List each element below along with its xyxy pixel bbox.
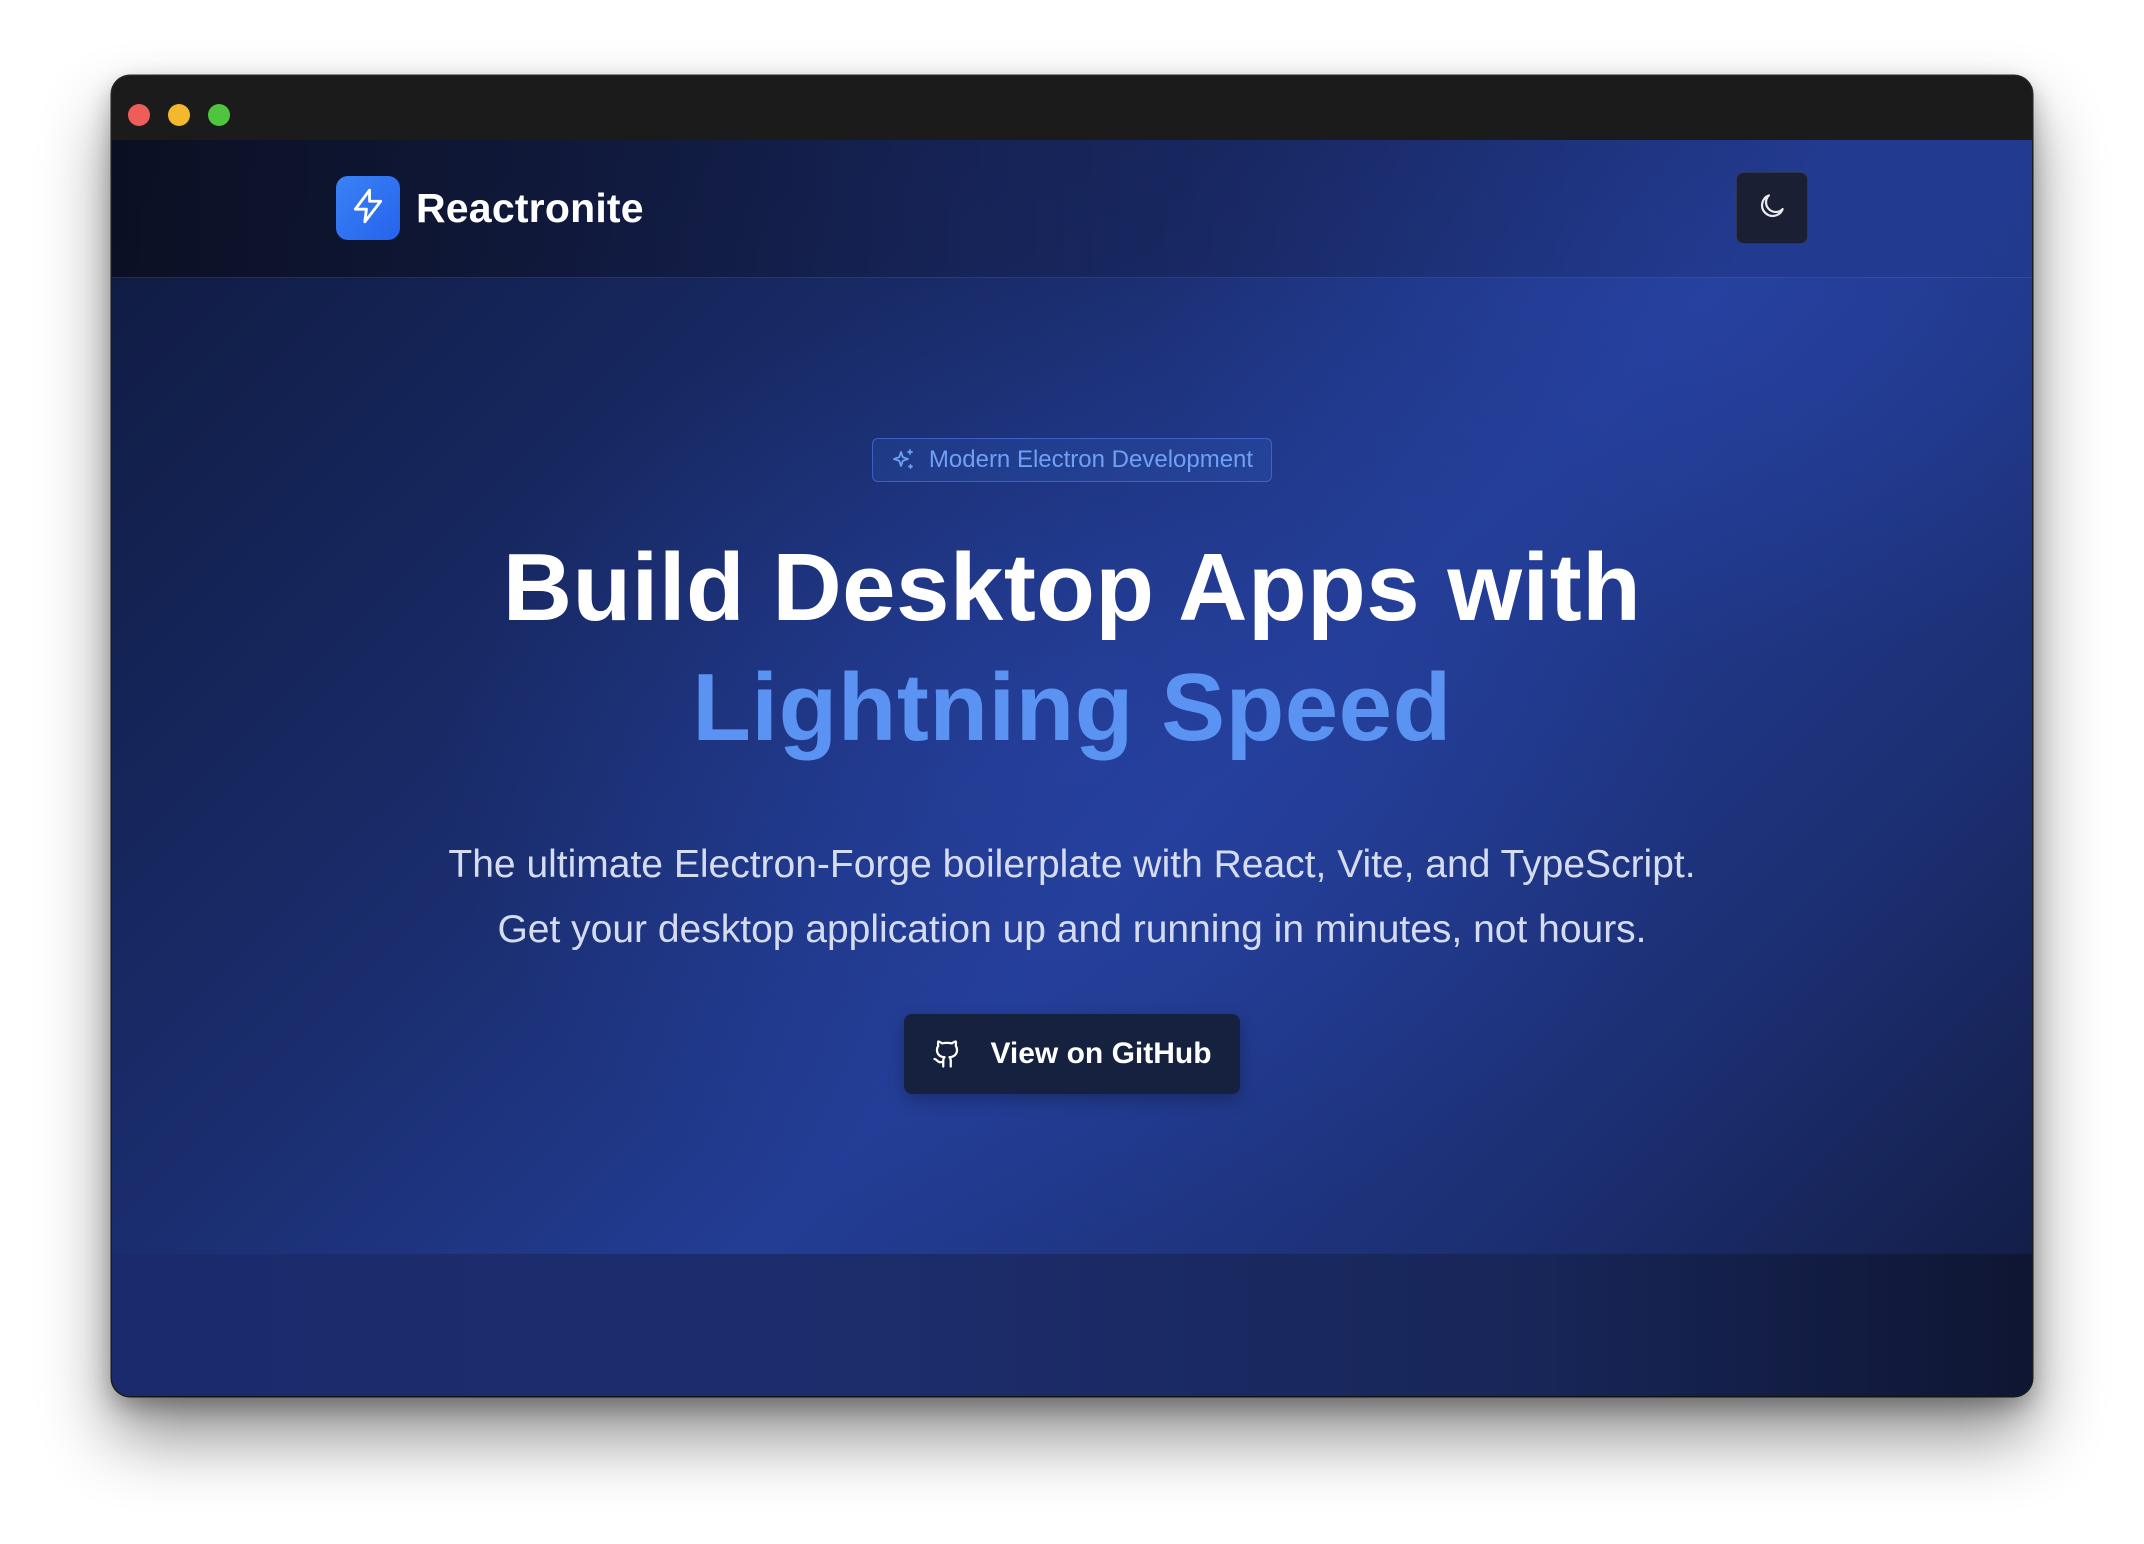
- brand[interactable]: Reactronite: [336, 176, 644, 240]
- subtitle-line-1: The ultimate Electron-Forge boilerplate …: [448, 843, 1696, 886]
- hero-section: Modern Electron Development Build Deskto…: [112, 278, 2032, 1254]
- github-icon: [932, 1039, 962, 1069]
- subtitle-line-2: Get your desktop application up and runn…: [497, 908, 1647, 951]
- maximize-window-button[interactable]: [208, 104, 230, 126]
- headline-accent: Lightning Speed: [692, 654, 1452, 761]
- minimize-window-button[interactable]: [168, 104, 190, 126]
- top-navbar: Reactronite: [112, 140, 2032, 278]
- close-window-button[interactable]: [128, 104, 150, 126]
- app-window: Reactronite Modern Electron Development …: [112, 76, 2032, 1396]
- sparkles-icon: [891, 448, 915, 472]
- feature-badge: Modern Electron Development: [872, 438, 1272, 482]
- badge-label: Modern Electron Development: [928, 446, 1254, 473]
- logo: [336, 176, 400, 240]
- cta-label: View on GitHub: [990, 1037, 1212, 1070]
- hero-subtitle: The ultimate Electron-Forge boilerplate …: [112, 832, 2032, 962]
- headline-line-1: Build Desktop Apps with: [502, 534, 1642, 641]
- lower-section: [112, 1254, 2032, 1396]
- brand-name: Reactronite: [416, 184, 644, 231]
- view-on-github-button[interactable]: View on GitHub: [904, 1014, 1240, 1094]
- theme-toggle-button[interactable]: [1736, 172, 1808, 244]
- moon-icon: [1757, 191, 1787, 226]
- bolt-icon: [349, 187, 387, 230]
- title-bar[interactable]: [112, 76, 2032, 140]
- hero-headline: Build Desktop Apps with Lightning Speed: [112, 528, 2032, 768]
- app-content: Reactronite Modern Electron Development …: [112, 140, 2032, 1396]
